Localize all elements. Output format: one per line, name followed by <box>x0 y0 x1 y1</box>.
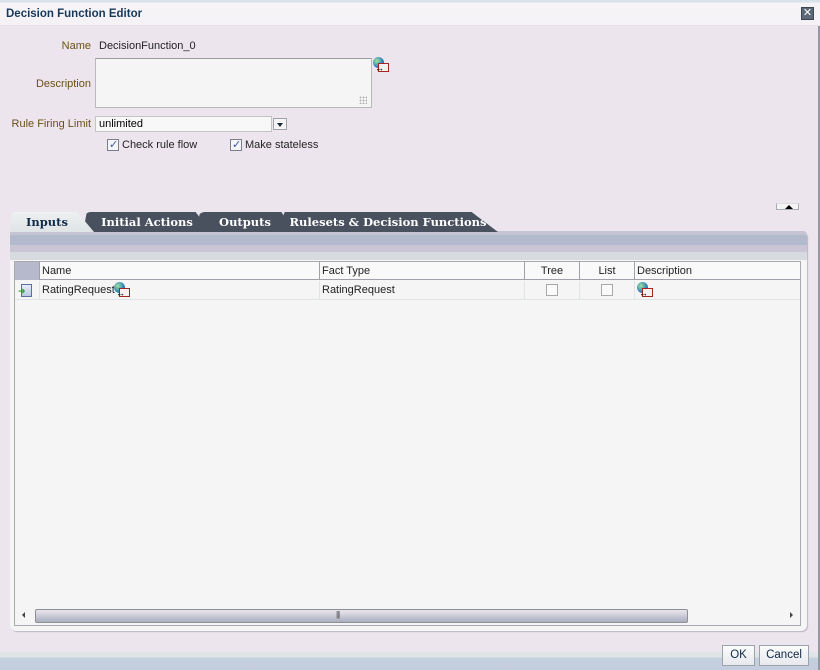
scrollbar-thumb[interactable] <box>35 609 688 623</box>
rule-firing-limit-label: Rule Firing Limit <box>11 118 91 130</box>
table-row[interactable]: ➜ RatingRequest ↔ RatingRequest ↔ <box>15 281 800 300</box>
name-value: DecisionFunction_0 <box>99 40 196 52</box>
column-header-tree[interactable]: Tree <box>525 262 580 280</box>
tab-outputs[interactable]: Outputs <box>197 212 293 232</box>
column-header-name[interactable]: Name <box>40 262 320 280</box>
collapse-toggle-button[interactable] <box>776 203 799 210</box>
translate-globe-icon[interactable]: ↔ <box>114 282 132 298</box>
make-stateless-label: Make stateless <box>245 139 319 151</box>
horizontal-scrollbar[interactable]: ||| <box>15 607 800 625</box>
description-textarea[interactable] <box>95 58 372 108</box>
column-header-description[interactable]: Description <box>635 262 801 280</box>
input-arrow-icon: ➜ <box>18 284 32 297</box>
cancel-button[interactable]: Cancel <box>759 645 809 666</box>
translate-globe-icon[interactable]: ↔ <box>373 57 391 73</box>
column-header-list[interactable]: List <box>580 262 635 280</box>
tree-checkbox[interactable] <box>546 284 558 296</box>
resize-grip-icon[interactable] <box>359 96 367 104</box>
column-header-fact-type[interactable]: Fact Type <box>320 262 525 280</box>
description-label: Description <box>35 78 91 90</box>
row-name[interactable]: RatingRequest <box>42 284 115 296</box>
make-stateless-checkbox[interactable] <box>230 138 242 151</box>
footer-band <box>0 652 820 670</box>
dialog-titlebar: Decision Function Editor ✕ <box>0 0 820 26</box>
table-header: Name Fact Type Tree List Description <box>15 262 800 280</box>
select-all-corner[interactable] <box>15 262 40 280</box>
dialog-title: Decision Function Editor <box>6 8 143 20</box>
close-icon[interactable]: ✕ <box>801 7 814 20</box>
scroll-right-arrow-icon[interactable] <box>790 612 793 618</box>
name-label: Name <box>61 40 91 52</box>
tab-inputs[interactable]: Inputs <box>10 212 94 232</box>
scroll-left-arrow-icon[interactable] <box>22 612 25 618</box>
row-fact-type[interactable]: RatingRequest <box>320 281 525 300</box>
tab-rulesets-decision-functions[interactable]: Rulesets & Decision Functions <box>278 212 498 232</box>
scrollbar-grip-icon: ||| <box>336 610 340 619</box>
chevron-down-icon[interactable] <box>273 118 287 130</box>
tab-initial-actions[interactable]: Initial Actions <box>83 212 211 232</box>
rule-firing-limit-select[interactable]: unlimited <box>95 116 272 132</box>
inputs-table: Name Fact Type Tree List Description ➜ R… <box>14 261 801 626</box>
check-rule-flow-label: Check rule flow <box>122 139 198 151</box>
ok-button[interactable]: OK <box>722 645 755 666</box>
check-rule-flow-checkbox[interactable] <box>107 138 119 151</box>
list-checkbox[interactable] <box>601 284 613 296</box>
translate-globe-icon[interactable]: ↔ <box>637 282 655 298</box>
